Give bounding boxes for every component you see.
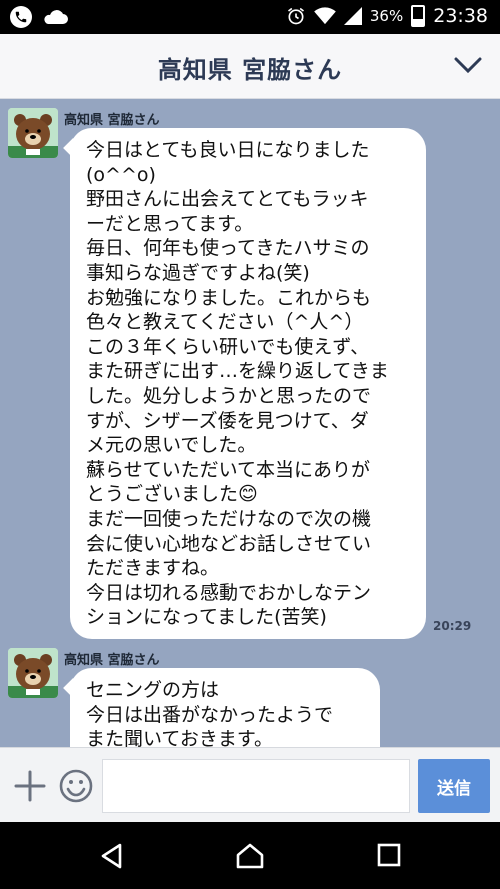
bear-avatar-icon (8, 648, 58, 698)
message-sender: 高知県 宮脇さん (64, 113, 160, 128)
chat-title: 高知県 宮脇さん (157, 56, 343, 84)
battery-percent: 36% (369, 7, 404, 25)
home-icon[interactable] (234, 842, 266, 870)
wifi-icon (314, 7, 336, 25)
message-sender: 高知県 宮脇さん (64, 653, 160, 668)
chat-header: 高知県 宮脇さん (0, 34, 500, 99)
avatar[interactable] (8, 648, 58, 698)
chat-area[interactable]: 高知県 宮脇さん 今日はとても良い日になりました (o^^o) 野田さんに出会え… (0, 99, 500, 747)
emoji-icon[interactable] (58, 768, 94, 804)
battery-icon (411, 5, 426, 27)
chevron-down-icon[interactable] (454, 56, 482, 74)
avatar[interactable] (8, 108, 58, 158)
cloud-icon (44, 10, 68, 24)
signal-icon (343, 7, 362, 25)
phone-icon (10, 6, 32, 28)
alarm-icon (287, 7, 304, 25)
message-bubble[interactable]: セニングの方は 今日は出番がなかったようで また聞いておきます。 (70, 668, 380, 747)
status-bar: 36% 23:38 (0, 0, 500, 34)
status-right: 36% 23:38 (286, 5, 488, 27)
message-bubble[interactable]: 今日はとても良い日になりました (o^^o) 野田さんに出会えてとてもラッキ ー… (70, 128, 426, 639)
message-input-bar: 送信 (0, 747, 500, 823)
message-input[interactable] (102, 759, 410, 813)
back-icon[interactable] (98, 842, 126, 870)
send-button[interactable]: 送信 (418, 759, 490, 813)
status-left (10, 6, 68, 28)
message-time: 20:29 (433, 619, 472, 633)
recents-icon[interactable] (376, 842, 402, 868)
clock: 23:38 (433, 5, 488, 27)
plus-icon[interactable] (14, 770, 46, 802)
navigation-bar (0, 822, 500, 889)
bear-avatar-icon (8, 108, 58, 158)
